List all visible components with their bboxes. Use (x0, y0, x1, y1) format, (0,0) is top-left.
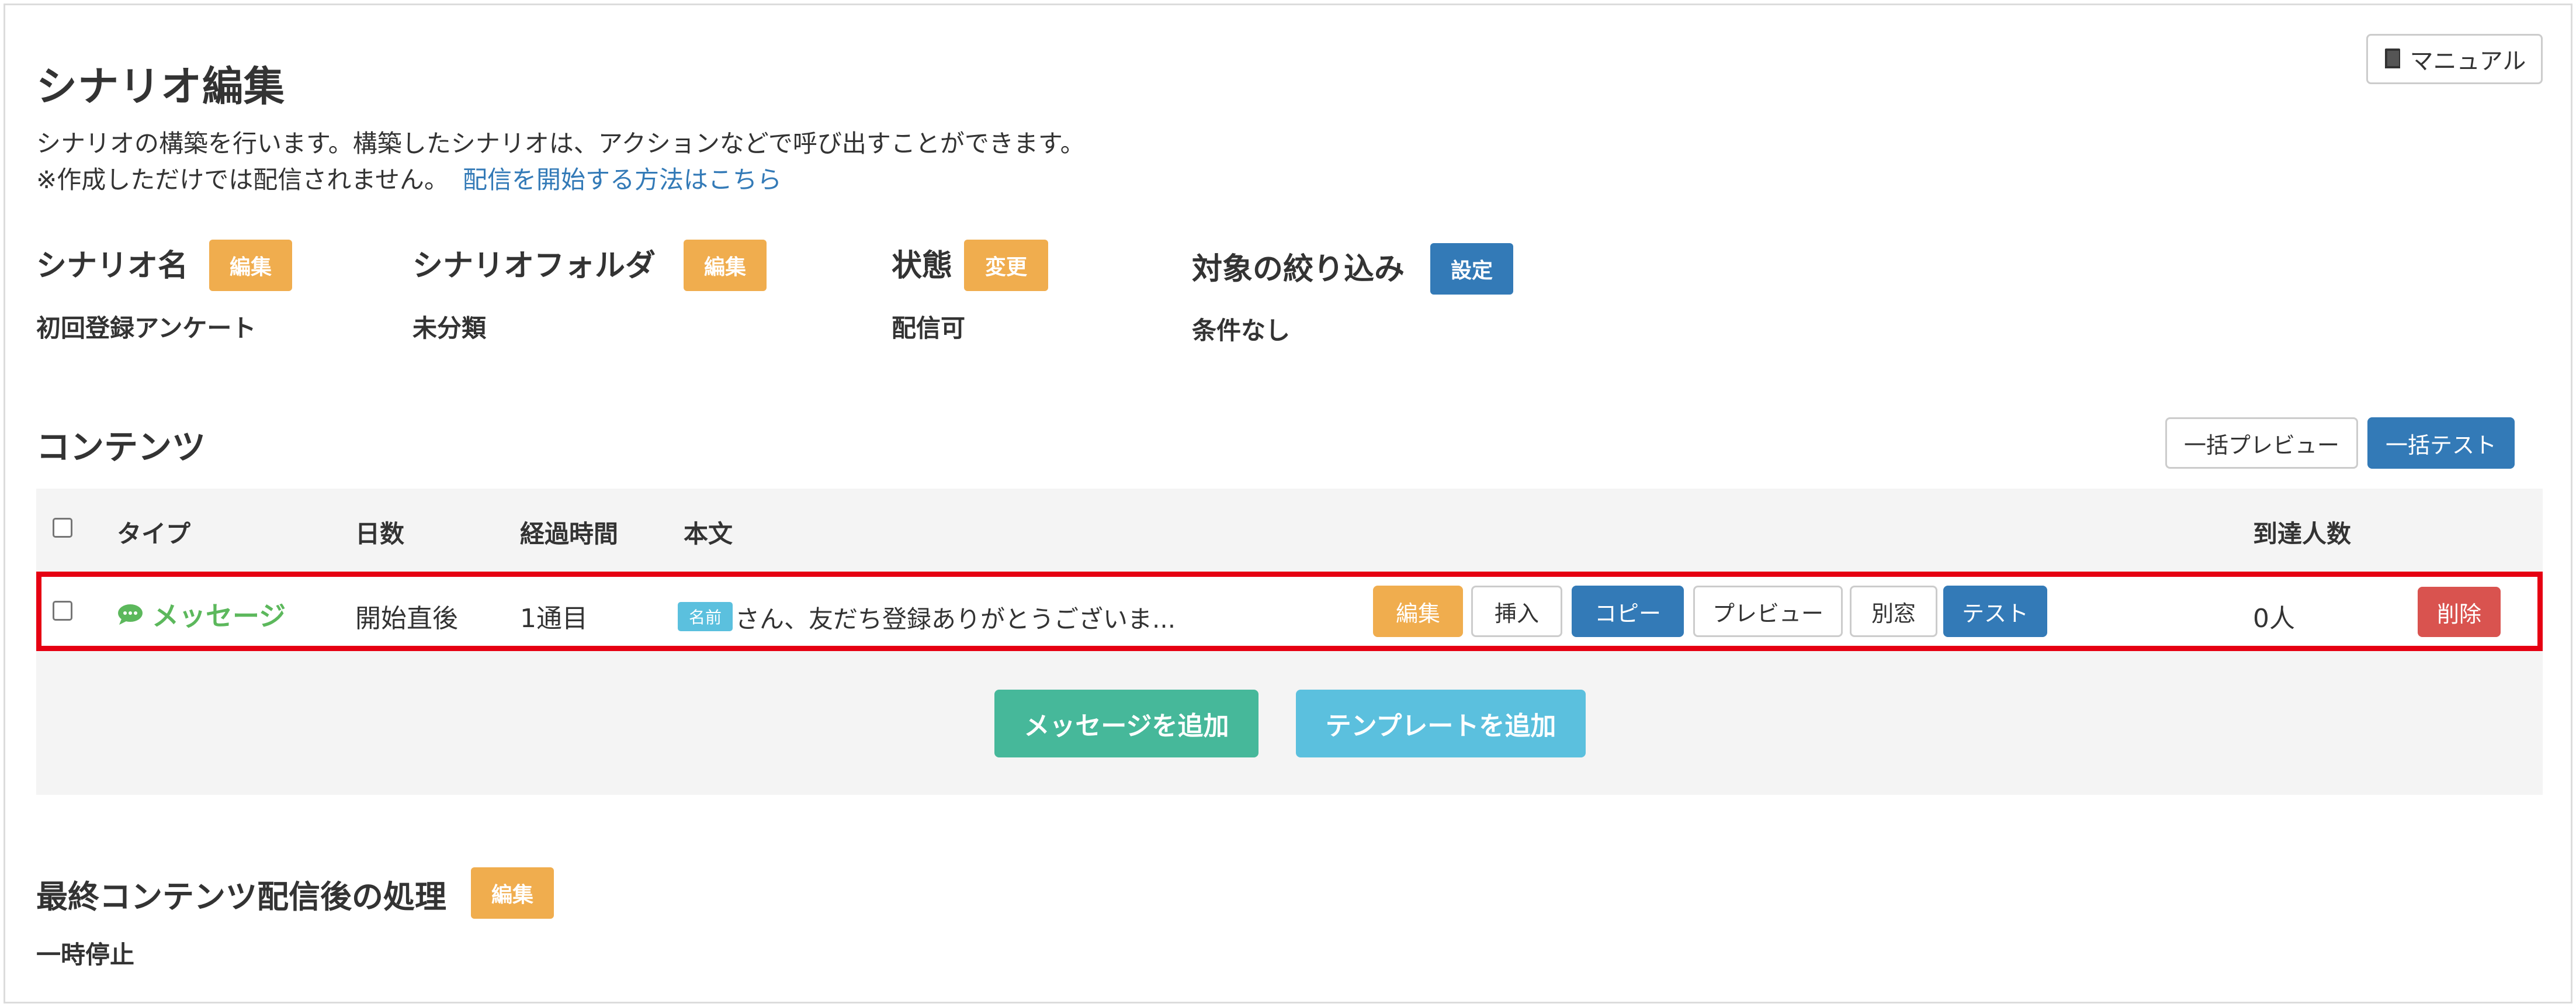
filter-value: 条件なし (1192, 316, 1291, 345)
row-reach: 0人 (2253, 604, 2295, 634)
row-elapsed: 1通目 (520, 604, 588, 634)
row-insert-button[interactable]: 挿入 (1471, 586, 1562, 637)
page-title: シナリオ編集 (36, 63, 285, 110)
book-icon (2384, 49, 2400, 68)
chat-bubble-icon (118, 604, 143, 625)
final-processing-title: 最終コンテンツ配信後の処理 (36, 878, 446, 915)
page-note: ※作成しただけでは配信されません。 配信を開始する方法はこちら (36, 160, 782, 196)
row-preview-button[interactable]: プレビュー (1693, 586, 1843, 637)
column-type: タイプ (117, 520, 191, 548)
scenario-name-value: 初回登録アンケート (36, 314, 256, 342)
status-label: 状態 (892, 248, 953, 283)
filter-label: 対象の絞り込み (1192, 252, 1405, 287)
note-text: ※作成しただけでは配信されません。 (36, 165, 449, 194)
final-processing-value: 一時停止 (36, 940, 135, 969)
column-elapsed: 経過時間 (520, 520, 619, 548)
add-message-button[interactable]: メッセージを追加 (994, 690, 1258, 757)
manual-button[interactable]: マニュアル (2366, 34, 2543, 84)
scenario-folder-edit-button[interactable]: 編集 (684, 240, 767, 291)
scenario-folder-label: シナリオフォルダ (412, 248, 656, 283)
scenario-folder-value: 未分類 (412, 314, 487, 342)
status-value: 配信可 (892, 314, 966, 342)
filter-settings-button[interactable]: 設定 (1430, 243, 1513, 295)
row-body: さん、友だち登録ありがとうございま... (735, 605, 1176, 634)
bulk-test-button[interactable]: 一括テスト (2367, 417, 2515, 469)
page-description: シナリオの構築を行います。構築したシナリオは、アクションなどで呼び出すことができ… (36, 129, 1085, 158)
select-all-checkbox[interactable] (53, 518, 72, 538)
column-body: 本文 (684, 520, 733, 548)
row-copy-button[interactable]: コピー (1572, 586, 1684, 637)
add-template-button[interactable]: テンプレートを追加 (1296, 690, 1586, 757)
contents-title: コンテンツ (36, 427, 206, 467)
manual-label: マニュアル (2409, 48, 2526, 75)
status-change-button[interactable]: 変更 (964, 240, 1048, 291)
name-variable-tag: 名前 (678, 602, 733, 631)
how-to-link[interactable]: 配信を開始する方法はこちら (463, 165, 782, 194)
bulk-preview-button[interactable]: 一括プレビュー (2165, 417, 2358, 469)
scenario-name-label: シナリオ名 (36, 248, 189, 283)
row-test-button[interactable]: テスト (1943, 586, 2047, 637)
scenario-name-edit-button[interactable]: 編集 (209, 240, 292, 291)
row-days: 開始直後 (355, 604, 458, 634)
column-reach: 到達人数 (2253, 520, 2352, 548)
row-type-label: メッセージ (152, 600, 286, 632)
row-window-button[interactable]: 別窓 (1850, 586, 1937, 637)
row-checkbox[interactable] (53, 601, 72, 621)
final-processing-edit-button[interactable]: 編集 (471, 867, 554, 919)
row-edit-button[interactable]: 編集 (1373, 586, 1463, 637)
row-type: メッセージ (117, 595, 286, 634)
row-delete-button[interactable]: 削除 (2418, 587, 2501, 637)
column-days: 日数 (355, 520, 405, 548)
